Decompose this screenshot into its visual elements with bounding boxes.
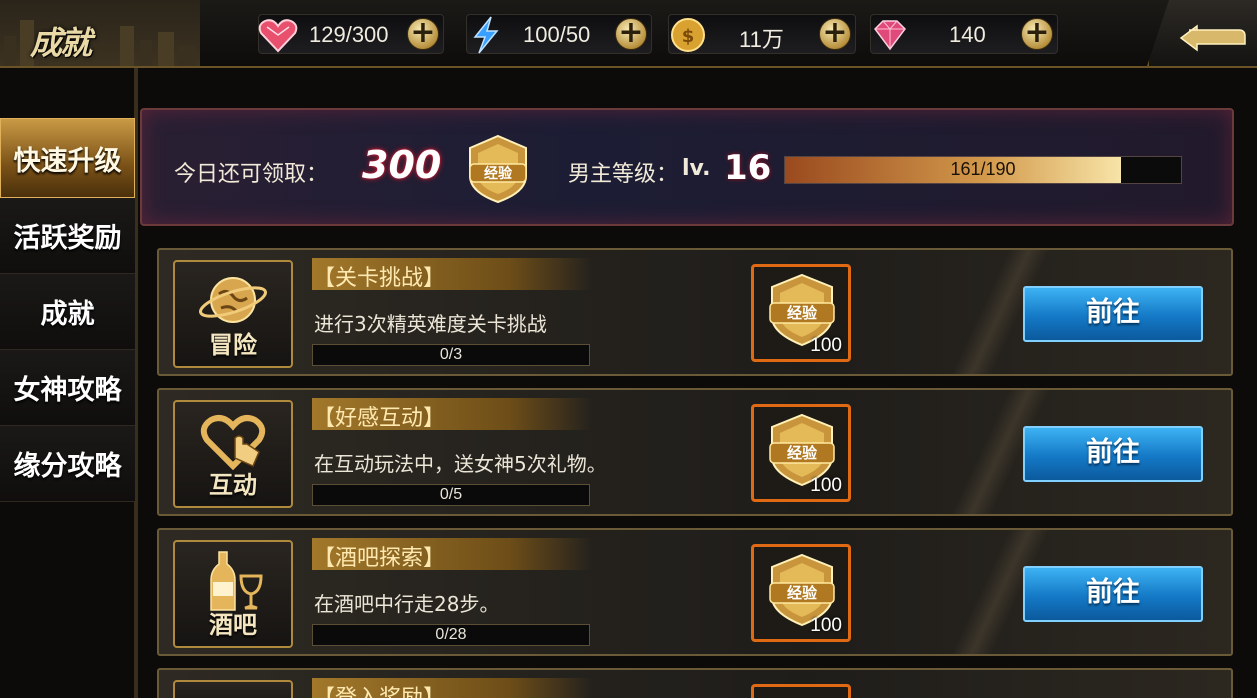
task-icon-bar: 酒吧 bbox=[173, 540, 293, 648]
task-icon-caption: 冒险 bbox=[209, 331, 257, 359]
task-progress-bar: 0/28 bbox=[312, 624, 590, 646]
back-button[interactable] bbox=[1147, 0, 1257, 66]
exp-badge-icon: 经验 bbox=[469, 134, 527, 204]
task-icon-adventure: 冒险 bbox=[173, 260, 293, 368]
sidebar-item-label: 女神攻略 bbox=[13, 375, 122, 406]
task-icon-login bbox=[173, 680, 293, 698]
go-button[interactable]: 前往 bbox=[1023, 566, 1203, 622]
page-title: 成就 bbox=[30, 24, 92, 62]
top-bar: 成就 129/300 + 100/50 + $ 11万 + 140 + bbox=[0, 0, 1257, 68]
task-reward[interactable]: 经验 100 bbox=[751, 264, 851, 362]
sidebar: 快速升级 活跃奖励 成就 女神攻略 缘分攻略 bbox=[0, 118, 135, 502]
svg-text:$: $ bbox=[682, 26, 695, 47]
task-row: 【登入奖励】 bbox=[157, 668, 1233, 698]
task-row: 互动 【好感互动】 在互动玩法中，送女神5次礼物。 0/5 经验 100 前往 bbox=[157, 388, 1233, 516]
sidebar-item-quick-levelup[interactable]: 快速升级 bbox=[0, 118, 135, 198]
energy-value: 100/50 bbox=[523, 22, 591, 47]
today-remaining-label: 今日还可领取： bbox=[174, 162, 329, 187]
task-icon-caption: 互动 bbox=[209, 471, 257, 499]
male-level-label: 男主等级： bbox=[568, 162, 679, 187]
xp-progress-text: 161/190 bbox=[950, 159, 1016, 179]
reward-count: 100 bbox=[810, 615, 842, 636]
go-button[interactable]: 前往 bbox=[1023, 426, 1203, 482]
task-title: 【好感互动】 bbox=[313, 406, 446, 431]
sidebar-item-fate-guide[interactable]: 缘分攻略 bbox=[0, 426, 135, 502]
task-reward[interactable] bbox=[751, 684, 851, 698]
gold-coin-icon: $ bbox=[671, 18, 705, 52]
task-row: 冒险 【关卡挑战】 进行3次精英难度关卡挑战 0/3 经验 100 前往 bbox=[157, 248, 1233, 376]
add-diamonds-button[interactable]: + bbox=[1021, 18, 1053, 50]
resource-hearts: 129/300 + bbox=[258, 14, 444, 54]
sidebar-item-activity-rewards[interactable]: 活跃奖励 bbox=[0, 198, 135, 274]
task-description: 进行3次精英难度关卡挑战 bbox=[314, 312, 547, 336]
gold-value: 11万 bbox=[739, 27, 784, 52]
diamonds-value: 140 bbox=[949, 22, 986, 47]
exp-badge-label: 经验 bbox=[484, 165, 513, 182]
task-title: 【关卡挑战】 bbox=[313, 266, 446, 291]
task-icon-caption: 酒吧 bbox=[209, 611, 257, 639]
lightning-icon bbox=[473, 16, 499, 54]
resource-diamonds: 140 + bbox=[870, 14, 1058, 54]
task-progress-text: 0/28 bbox=[435, 626, 467, 643]
task-title: 【酒吧探索】 bbox=[313, 546, 446, 571]
page-logo: 成就 bbox=[0, 0, 200, 66]
add-energy-button[interactable]: + bbox=[615, 18, 647, 50]
add-hearts-button[interactable]: + bbox=[407, 18, 439, 50]
task-progress-bar: 0/5 bbox=[312, 484, 590, 506]
add-gold-button[interactable]: + bbox=[819, 18, 851, 50]
task-row: 酒吧 【酒吧探索】 在酒吧中行走28步。 0/28 经验 100 前往 bbox=[157, 528, 1233, 656]
level-prefix: lv. bbox=[682, 156, 711, 181]
sidebar-item-label: 成就 bbox=[40, 299, 95, 330]
task-reward[interactable]: 经验 100 bbox=[751, 544, 851, 642]
task-progress-text: 0/5 bbox=[439, 486, 463, 503]
task-progress-text: 0/3 bbox=[439, 346, 463, 363]
task-description: 在酒吧中行走28步。 bbox=[314, 592, 500, 616]
today-remaining-value: 300 bbox=[362, 143, 442, 187]
task-icon-interaction: 互动 bbox=[173, 400, 293, 508]
xp-progress-bar: 161/190 bbox=[784, 156, 1182, 184]
hearts-value: 129/300 bbox=[309, 22, 389, 47]
sidebar-item-label: 活跃奖励 bbox=[13, 223, 122, 254]
heart-gem-icon bbox=[258, 19, 298, 53]
back-arrow-icon bbox=[1179, 24, 1246, 52]
reward-label: 经验 bbox=[787, 584, 818, 602]
task-description: 在互动玩法中，送女神5次礼物。 bbox=[314, 452, 607, 476]
go-button[interactable]: 前往 bbox=[1023, 286, 1203, 342]
exp-summary-panel: 今日还可领取： 300 经验 男主等级： lv. 16 161/190 bbox=[140, 108, 1234, 226]
sidebar-item-goddess-guide[interactable]: 女神攻略 bbox=[0, 350, 135, 426]
diamond-icon bbox=[874, 20, 906, 51]
task-progress-bar: 0/3 bbox=[312, 344, 590, 366]
reward-label: 经验 bbox=[787, 304, 818, 322]
resource-gold: $ 11万 + bbox=[668, 14, 856, 54]
resource-energy: 100/50 + bbox=[466, 14, 652, 54]
task-title: 【登入奖励】 bbox=[313, 680, 445, 698]
sidebar-item-label: 缘分攻略 bbox=[13, 451, 122, 482]
level-value: 16 bbox=[724, 148, 772, 188]
reward-count: 100 bbox=[810, 335, 842, 356]
reward-label: 经验 bbox=[787, 444, 818, 462]
task-reward[interactable]: 经验 100 bbox=[751, 404, 851, 502]
sidebar-item-achievements[interactable]: 成就 bbox=[0, 274, 135, 350]
reward-count: 100 bbox=[810, 475, 842, 496]
sidebar-item-label: 快速升级 bbox=[13, 145, 122, 177]
